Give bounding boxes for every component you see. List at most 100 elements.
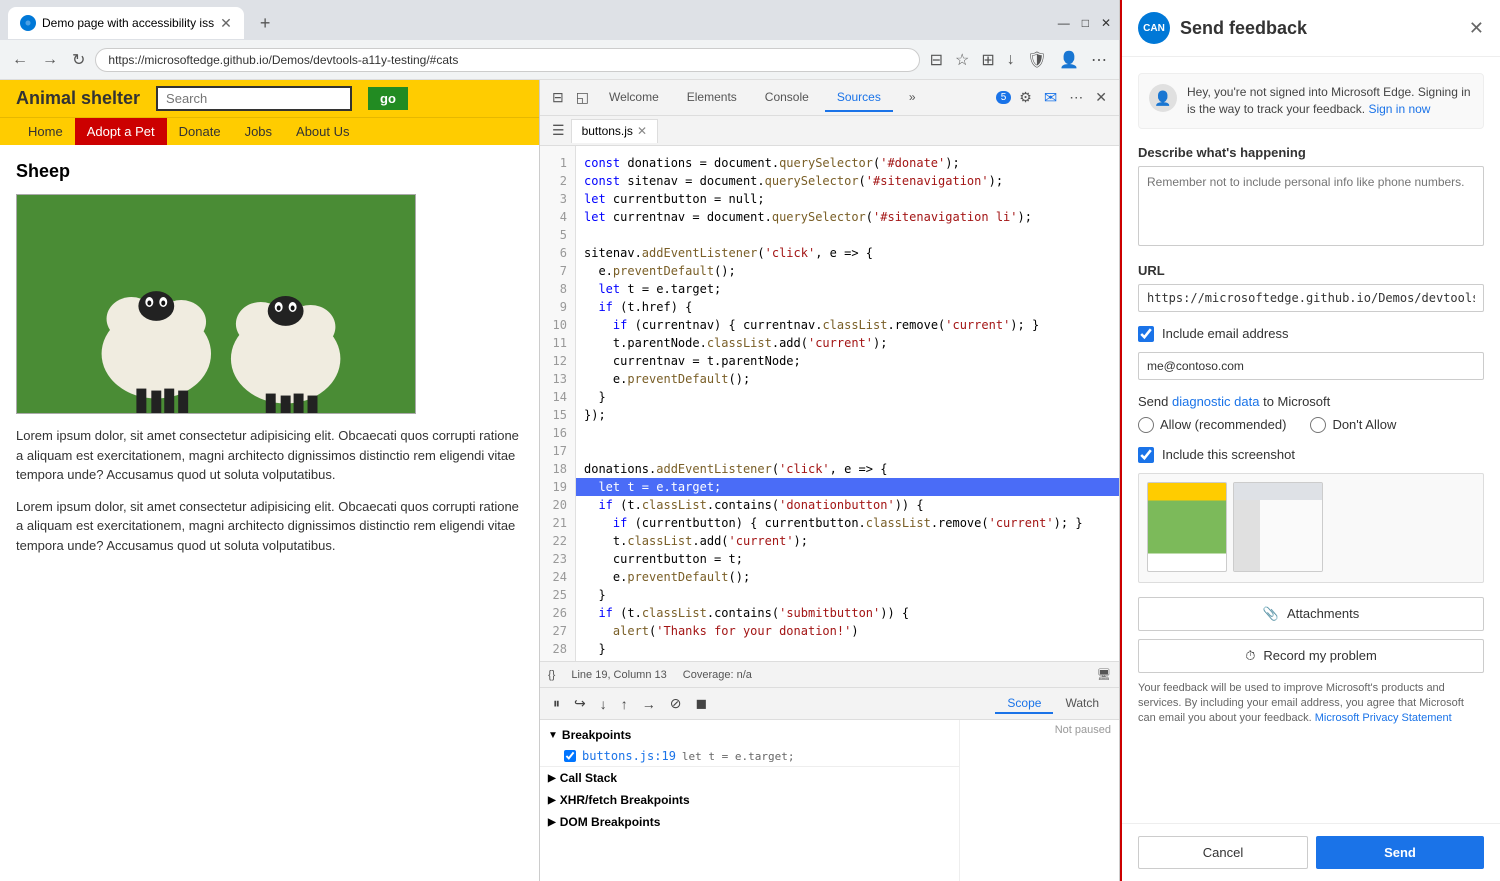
scope-tab[interactable]: Scope xyxy=(995,694,1053,714)
tab-elements[interactable]: Elements xyxy=(675,84,749,112)
file-tab-close[interactable]: ✕ xyxy=(637,124,647,138)
attachments-btn[interactable]: 📎 Attachments xyxy=(1138,597,1484,631)
privacy-text: Your feedback will be used to improve Mi… xyxy=(1138,681,1484,727)
line-number: 5 xyxy=(548,226,567,244)
devtools-more-btn[interactable]: ⋯ xyxy=(1065,85,1087,110)
watch-tab[interactable]: Watch xyxy=(1053,694,1111,714)
dom-header[interactable]: ▶ DOM Breakpoints xyxy=(540,811,959,833)
breakpoint-item: buttons.js:19 let t = e.target; xyxy=(540,746,959,766)
window-controls: — □ ✕ xyxy=(1058,16,1111,30)
tab-sources[interactable]: Sources xyxy=(825,84,893,112)
tab-more[interactable]: » xyxy=(897,84,928,112)
line-number: 1 xyxy=(548,154,567,172)
cancel-btn[interactable]: Cancel xyxy=(1138,836,1308,869)
pause-btn[interactable]: ⏸ xyxy=(548,692,565,715)
search-input[interactable] xyxy=(156,86,352,111)
devtools-toolbar: ⊟ ◱ Welcome Elements Console Sources » 5… xyxy=(540,80,1119,116)
download-btn[interactable]: ↓ xyxy=(1003,47,1019,73)
record-label: Record my problem xyxy=(1263,648,1376,663)
nav-jobs[interactable]: Jobs xyxy=(233,118,284,145)
step-into-btn[interactable]: ↓ xyxy=(595,693,612,715)
debug-right-panel: Not paused xyxy=(959,720,1119,881)
screenshot-btn[interactable]: 🖥 xyxy=(1097,668,1111,681)
dont-allow-option: Don't Allow xyxy=(1310,417,1396,433)
line-number: 26 xyxy=(548,604,567,622)
callstack-header[interactable]: ▶ Call Stack xyxy=(540,767,959,789)
send-label: Send xyxy=(1138,394,1168,409)
send-btn[interactable]: Send xyxy=(1316,836,1484,869)
describe-label: Describe what's happening xyxy=(1138,145,1484,160)
code-line: if (t.classList.contains('donationbutton… xyxy=(584,496,1111,514)
nav-about[interactable]: About Us xyxy=(284,118,361,145)
line-number: 9 xyxy=(548,298,567,316)
more-btn[interactable]: ⋯ xyxy=(1087,46,1111,74)
blackbox-btn[interactable]: ◼ xyxy=(690,692,712,715)
breakpoints-label: Breakpoints xyxy=(562,728,631,742)
cast-btn[interactable]: ⊟ xyxy=(926,46,947,74)
code-editor[interactable]: 1234567891011121314151617181920212223242… xyxy=(540,146,1119,661)
step-over-btn[interactable]: ↪ xyxy=(569,692,591,715)
search-btn[interactable]: go xyxy=(368,87,408,110)
sheep-photo xyxy=(17,195,415,413)
nav-adopt[interactable]: Adopt a Pet xyxy=(75,118,167,145)
include-email-checkbox[interactable] xyxy=(1138,326,1154,342)
settings-btn[interactable]: ⚙ xyxy=(1015,85,1036,110)
browser-toolbar: ← → ↻ ⊟ ☆ ⊞ ↓ 🛡 👤 ⋯ xyxy=(0,40,1119,80)
tab-close-btn[interactable]: ✕ xyxy=(220,15,232,32)
sidebar-toggle[interactable]: ☰ xyxy=(548,118,569,143)
back-btn[interactable]: ← xyxy=(8,47,32,73)
url-section: URL xyxy=(1138,263,1484,312)
profile-btn[interactable]: 👤 xyxy=(1055,46,1083,74)
feedback-close-btn[interactable]: ✕ xyxy=(1469,18,1484,39)
diagnostic-link[interactable]: diagnostic data xyxy=(1172,394,1259,409)
address-input[interactable] xyxy=(95,48,919,72)
minimize-btn[interactable]: — xyxy=(1058,16,1070,30)
dont-allow-radio[interactable] xyxy=(1310,417,1326,433)
url-input[interactable] xyxy=(1138,284,1484,312)
refresh-btn[interactable]: ↻ xyxy=(68,46,89,74)
breakpoint-checkbox[interactable] xyxy=(564,750,576,762)
new-tab-btn[interactable]: + xyxy=(252,9,279,38)
close-btn[interactable]: ✕ xyxy=(1101,16,1111,30)
file-tab-buttons-js[interactable]: buttons.js ✕ xyxy=(571,119,658,143)
active-tab[interactable]: Demo page with accessibility iss ✕ xyxy=(8,7,244,39)
line-number: 19 xyxy=(548,478,567,496)
line-column: Line 19, Column 13 xyxy=(571,669,666,681)
collections-btn[interactable]: ⊞ xyxy=(977,46,998,74)
forward-btn[interactable]: → xyxy=(38,47,62,73)
devtools-undock-btn[interactable]: ◱ xyxy=(572,85,593,110)
nav-donate[interactable]: Donate xyxy=(167,118,233,145)
code-line: } xyxy=(584,388,1111,406)
record-btn[interactable]: ⏱ Record my problem xyxy=(1138,639,1484,673)
feedback-btn[interactable]: ✉ xyxy=(1040,84,1061,112)
line-number: 6 xyxy=(548,244,567,262)
tab-console[interactable]: Console xyxy=(753,84,821,112)
step-btn[interactable]: → xyxy=(637,693,661,715)
nav-home[interactable]: Home xyxy=(16,118,75,145)
line-number: 4 xyxy=(548,208,567,226)
allow-radio[interactable] xyxy=(1138,417,1154,433)
include-screenshot-checkbox[interactable] xyxy=(1138,447,1154,463)
email-input[interactable] xyxy=(1138,352,1484,380)
step-out-btn[interactable]: ↑ xyxy=(616,693,633,715)
favorites-btn[interactable]: ☆ xyxy=(951,46,973,74)
feedback-title: Send feedback xyxy=(1180,18,1307,39)
code-line: e.preventDefault(); xyxy=(584,370,1111,388)
maximize-btn[interactable]: □ xyxy=(1082,16,1089,30)
signin-link[interactable]: Sign in now xyxy=(1368,102,1430,116)
deactivate-btn[interactable]: ⊘ xyxy=(665,692,687,715)
code-line: e.preventDefault(); xyxy=(584,568,1111,586)
shield-btn[interactable]: 🛡 xyxy=(1023,46,1051,74)
describe-section: Describe what's happening xyxy=(1138,145,1484,249)
describe-textarea[interactable] xyxy=(1138,166,1484,246)
line-number: 28 xyxy=(548,640,567,658)
breakpoints-header[interactable]: ▼ Breakpoints xyxy=(540,724,959,746)
devtools-toggle-btn[interactable]: ⊟ xyxy=(548,85,568,110)
devtools-close-btn[interactable]: ✕ xyxy=(1091,85,1111,110)
code-line xyxy=(584,226,1111,244)
privacy-link[interactable]: Microsoft Privacy Statement xyxy=(1315,712,1452,724)
xhrfetch-header[interactable]: ▶ XHR/fetch Breakpoints xyxy=(540,789,959,811)
tab-welcome[interactable]: Welcome xyxy=(597,84,671,112)
code-content[interactable]: const donations = document.querySelector… xyxy=(576,146,1119,661)
dom-section: ▶ DOM Breakpoints xyxy=(540,811,959,833)
